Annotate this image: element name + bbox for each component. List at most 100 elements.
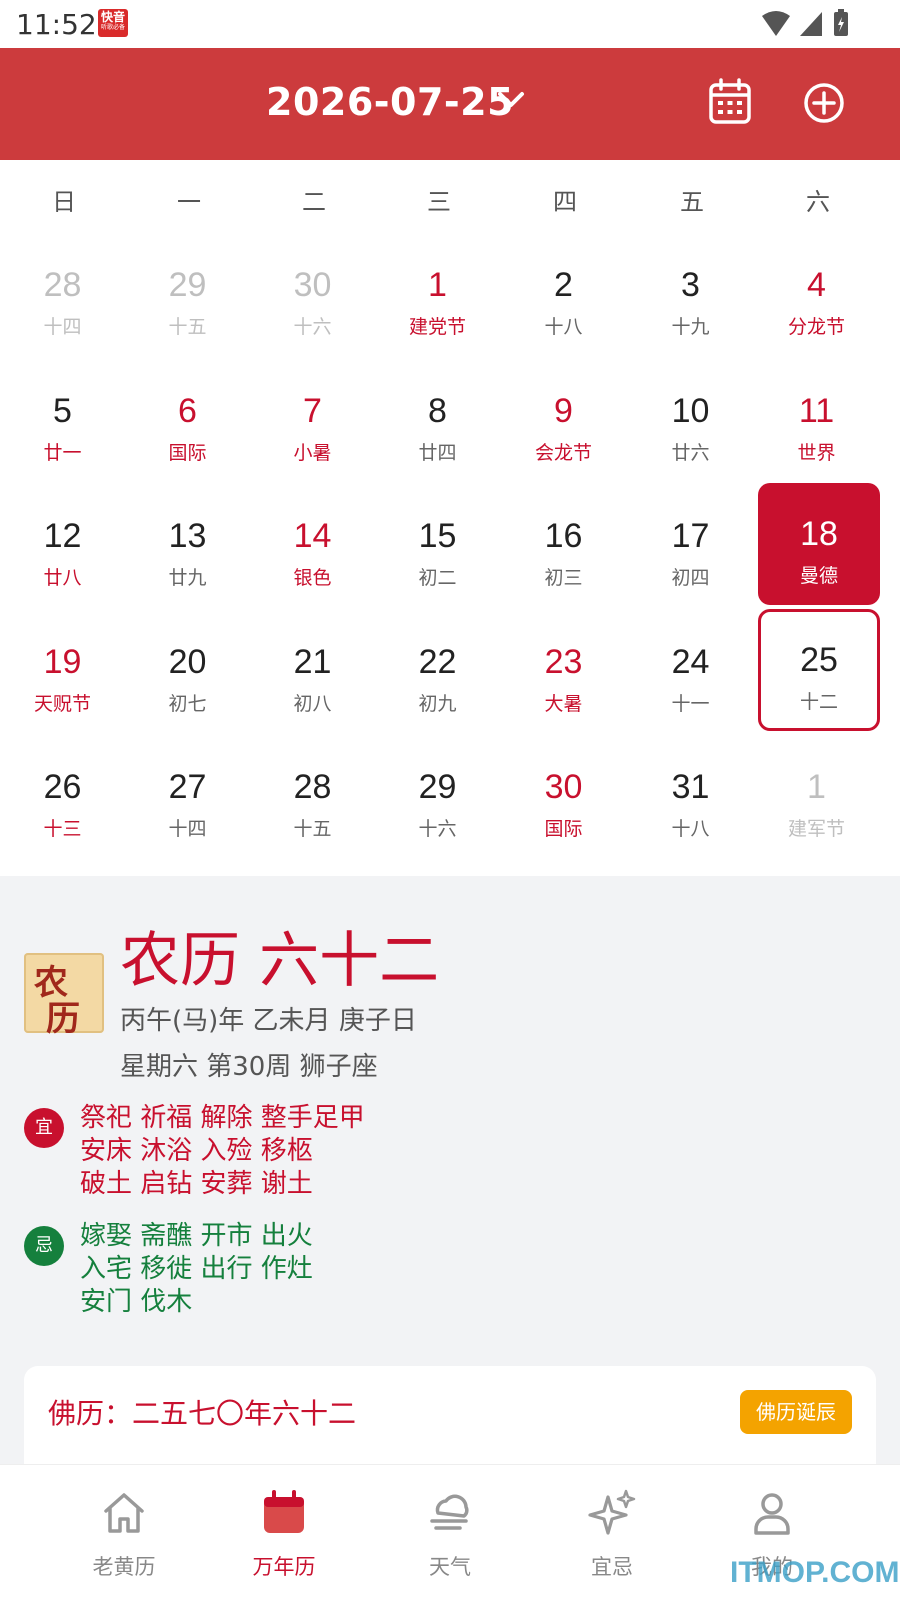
calendar-day-cell[interactable]: 21 初八 — [250, 611, 375, 739]
lunar-day-label: 天贶节 — [33, 693, 91, 715]
calendar-day-cell[interactable]: 3 十九 — [628, 234, 753, 362]
calendar-day-cell[interactable]: 31 十八 — [628, 736, 753, 864]
nav-label: 宜忌 — [591, 1555, 633, 1579]
nav-yiji[interactable]: 宜忌 — [532, 1465, 692, 1601]
week-info-text: 星期六 第30周 狮子座 — [120, 1052, 378, 1082]
lunar-day-label: 十五 — [168, 316, 207, 338]
day-number: 28 — [293, 768, 332, 806]
day-number: 28 — [43, 266, 82, 304]
calendar-day-cell[interactable]: 1 建党节 — [375, 234, 500, 362]
day-number: 16 — [544, 517, 583, 555]
signal-icon — [800, 12, 822, 36]
calendar-day-cell[interactable]: 8 廿四 — [375, 360, 500, 488]
calendar-day-cell[interactable]: 5 廿一 — [0, 360, 125, 488]
calendar-day-cell[interactable]: 26 十三 — [0, 736, 125, 864]
weekday-sat: 六 — [806, 188, 830, 216]
calendar-day-cell[interactable]: 27 十四 — [125, 736, 250, 864]
day-number: 12 — [43, 517, 82, 555]
day-number: 10 — [671, 392, 710, 430]
calendar-day-cell[interactable]: 12 廿八 — [0, 485, 125, 613]
calendar-day-cell[interactable]: 20 初七 — [125, 611, 250, 739]
calendar-day-cell[interactable]: 16 初三 — [501, 485, 626, 613]
calendar-grid: 28 十四 29 十五 30 十六 1 建党节 2 十八 3 十九 4 分龙节 5 廿一 6 国际 7 小暑 8 廿四 9 会… — [0, 234, 900, 874]
calendar-day-cell[interactable]: 1 建军节 — [754, 736, 879, 864]
calendar-day-cell[interactable]: 23 大暑 — [501, 611, 626, 739]
day-number: 21 — [293, 643, 332, 681]
lunar-day-label: 廿六 — [671, 442, 710, 464]
lunar-day-label: 初八 — [293, 693, 332, 715]
nav-weather[interactable]: 天气 — [370, 1465, 530, 1601]
lunar-day-label: 初三 — [544, 567, 583, 589]
day-number: 1 — [807, 768, 826, 806]
calendar-day-cell[interactable]: 2 十八 — [501, 234, 626, 362]
nav-calendar[interactable]: 万年历 — [204, 1465, 364, 1601]
lunar-day-label: 世界 — [797, 442, 836, 464]
calendar-day-cell[interactable]: 6 国际 — [125, 360, 250, 488]
app-header: 2026-07-25 — [0, 48, 900, 160]
lunar-day-label: 十八 — [671, 818, 710, 840]
day-number: 24 — [671, 643, 710, 681]
calendar-day-cell[interactable]: 24 十一 — [628, 611, 753, 739]
lunar-day-label: 十四 — [168, 818, 207, 840]
day-number: 17 — [671, 517, 710, 555]
day-number: 23 — [544, 643, 583, 681]
yi-line: 安床 沐浴 入殓 移柩 — [80, 1136, 313, 1166]
weekday-wed: 三 — [427, 188, 451, 216]
day-number: 11 — [798, 392, 835, 430]
calendar-day-cell[interactable]: 14 银色 — [250, 485, 375, 613]
calendar-day-cell[interactable]: 29 十六 — [375, 736, 500, 864]
day-number: 15 — [418, 517, 457, 555]
buddhist-birthday-button[interactable]: 佛历诞辰 — [740, 1390, 852, 1434]
lunar-day-label: 十五 — [293, 818, 332, 840]
ji-badge: 忌 — [24, 1226, 64, 1266]
date-picker-button[interactable]: 2026-07-25 — [266, 80, 514, 124]
weather-icon — [426, 1489, 474, 1541]
ji-line: 入宅 移徙 出行 作灶 — [80, 1254, 313, 1284]
lunar-day-label: 十八 — [544, 316, 583, 338]
calendar-day-cell[interactable]: 30 国际 — [501, 736, 626, 864]
home-icon — [100, 1489, 148, 1541]
day-number: 1 — [428, 266, 447, 304]
day-number: 14 — [293, 517, 332, 555]
lunar-day-label: 廿四 — [418, 442, 457, 464]
day-number: 9 — [554, 392, 573, 430]
calendar-day-cell[interactable]: 30 十六 — [250, 234, 375, 362]
lunar-date-title: 农历 六十二 — [120, 926, 440, 996]
calendar-day-cell[interactable]: 7 小暑 — [250, 360, 375, 488]
calendar-day-cell[interactable]: 29 十五 — [125, 234, 250, 362]
almanac-icon: 农 历 — [24, 953, 104, 1039]
weekday-header: 日 一 二 三 四 五 六 — [0, 160, 900, 234]
calendar-day-cell[interactable]: 22 初九 — [375, 611, 500, 739]
lunar-day-label: 国际 — [544, 818, 583, 840]
ganzhi-text: 丙午(马)年 乙未月 庚子日 — [120, 1006, 417, 1036]
yi-list[interactable]: 祭祀 祈福 解除 整手足甲 安床 沐浴 入殓 移柩 破土 启钻 安葬 谢土 — [80, 1102, 365, 1201]
app-badge-icon: 快音 听歌必备 — [98, 9, 128, 37]
almanac-icon-char: 历 — [46, 999, 80, 1039]
lunar-day-label: 初四 — [671, 567, 710, 589]
calendar-day-cell[interactable]: 18 曼德 — [758, 483, 880, 605]
lunar-day-label: 十二 — [799, 691, 838, 713]
calendar-day-cell[interactable]: 25 十二 — [758, 609, 880, 731]
day-detail-panel: 农 历 农历 六十二 丙午(马)年 乙未月 庚子日 星期六 第30周 狮子座 宜… — [0, 876, 900, 1486]
lunar-day-label: 十六 — [293, 316, 332, 338]
calendar-day-cell[interactable]: 28 十五 — [250, 736, 375, 864]
day-number: 2 — [554, 266, 573, 304]
calendar-day-cell[interactable]: 17 初四 — [628, 485, 753, 613]
add-icon[interactable] — [803, 82, 845, 128]
calendar-day-cell[interactable]: 10 廿六 — [628, 360, 753, 488]
day-number: 6 — [178, 392, 197, 430]
calendar-day-cell[interactable]: 9 会龙节 — [501, 360, 626, 488]
day-number: 19 — [43, 643, 82, 681]
ji-list[interactable]: 嫁娶 斋醮 开市 出火 入宅 移徙 出行 作灶 安门 伐木 — [80, 1220, 313, 1319]
calendar-day-cell[interactable]: 4 分龙节 — [754, 234, 879, 362]
calendar-day-cell[interactable]: 15 初二 — [375, 485, 500, 613]
calendar-day-cell[interactable]: 19 天贶节 — [0, 611, 125, 739]
day-number: 4 — [807, 266, 826, 304]
user-icon — [748, 1489, 796, 1541]
nav-almanac[interactable]: 老黄历 — [44, 1465, 204, 1601]
calendar-day-cell[interactable]: 28 十四 — [0, 234, 125, 362]
calendar-day-cell[interactable]: 11 世界 — [754, 360, 879, 488]
calendar-day-cell[interactable]: 13 廿九 — [125, 485, 250, 613]
chevron-down-icon[interactable] — [496, 88, 526, 116]
calendar-icon[interactable] — [708, 78, 752, 130]
